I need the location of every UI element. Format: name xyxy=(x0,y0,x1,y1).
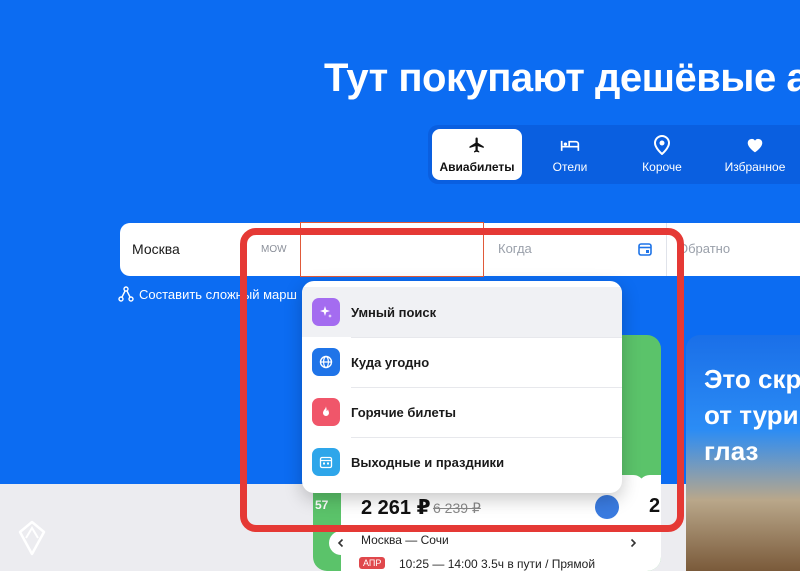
deal-times: 10:25 — 14:00 3.5ч в пути / Прямой xyxy=(399,557,596,571)
deal-route: Москва — Сочи xyxy=(361,533,449,547)
origin-field[interactable]: Москва xyxy=(132,241,180,257)
return-date-field[interactable]: Обратно xyxy=(678,241,730,256)
tab-hotels[interactable]: Отели xyxy=(525,129,615,180)
tab-label: Отели xyxy=(552,160,588,174)
page-title: Тут покупают дешёвые а xyxy=(324,56,800,100)
deal-month: АПР xyxy=(359,557,386,569)
bed-icon xyxy=(560,135,580,155)
tab-favorites[interactable]: Избранное xyxy=(710,129,800,180)
tab-short[interactable]: Короче xyxy=(617,129,707,180)
pin-icon xyxy=(654,135,670,155)
chevron-right-icon[interactable] xyxy=(621,531,645,555)
plane-icon xyxy=(468,135,486,155)
tab-label: Авиабилеты xyxy=(439,160,515,174)
logo-icon xyxy=(18,520,46,556)
promo-line: глаз xyxy=(704,436,759,466)
promo-line: Это скр xyxy=(704,364,800,394)
promo-banner[interactable]: Это скр от тури глаз xyxy=(686,335,800,571)
promo-text: Это скр от тури глаз xyxy=(704,361,800,469)
tab-avia[interactable]: Авиабилеты xyxy=(432,129,522,180)
service-tabs: Авиабилеты Отели Короче Избранное xyxy=(428,125,800,184)
chevron-left-icon[interactable] xyxy=(329,531,353,555)
heart-icon xyxy=(746,135,764,155)
route-icon xyxy=(118,286,134,302)
tab-label: Избранное xyxy=(724,160,786,174)
promo-line: от тури xyxy=(704,400,799,430)
tab-label: Короче xyxy=(642,160,682,174)
highlight-annotation xyxy=(240,228,684,532)
